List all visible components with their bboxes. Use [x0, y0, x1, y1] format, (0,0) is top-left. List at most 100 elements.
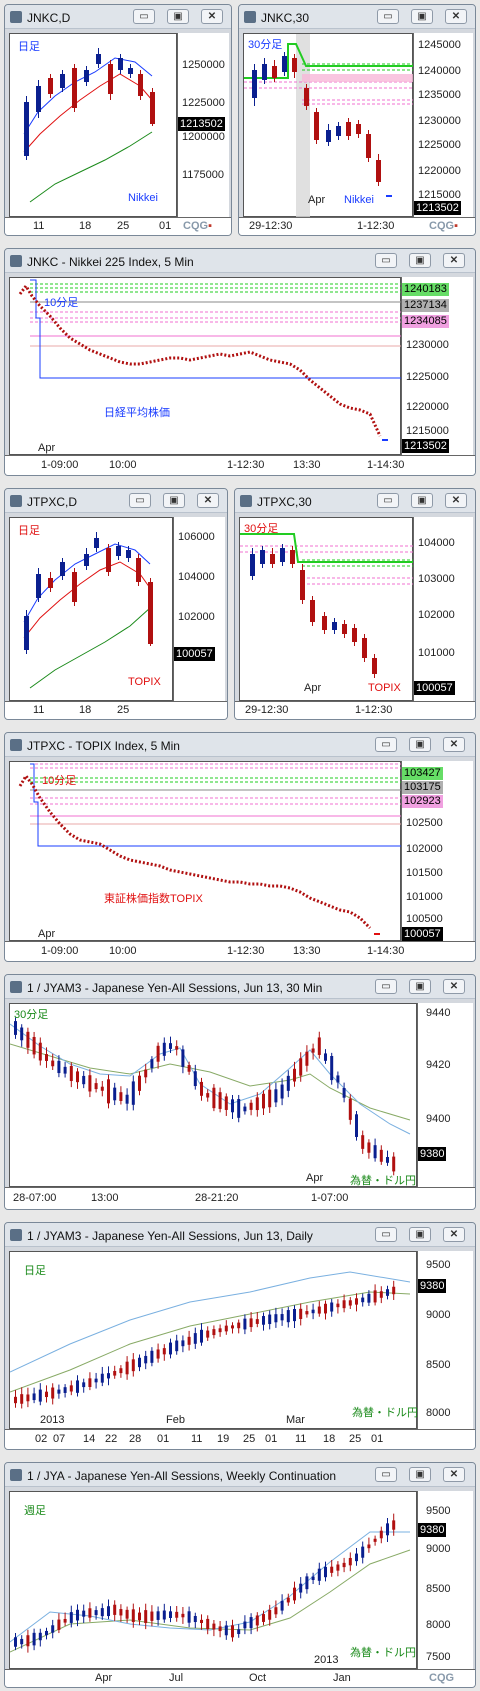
minimize-button[interactable]: ▭ — [377, 9, 399, 24]
title-bar[interactable]: JTPXC,D ▭ ▣ ✕ — [5, 489, 227, 513]
timeframe-label: 日足 — [24, 1265, 46, 1277]
chart-window-jtpxc-daily: JTPXC,D ▭ ▣ ✕ 日足 TOPIX 106000 104000 102… — [4, 488, 228, 720]
app-icon — [10, 495, 22, 507]
close-button[interactable]: ✕ — [445, 9, 467, 24]
close-button[interactable]: ✕ — [201, 9, 223, 24]
chart-plot-area[interactable]: 30分足 Apr Nikkei — [243, 33, 414, 218]
month-label: Apr — [306, 1172, 324, 1184]
title-bar[interactable]: 1 / JYA - Japanese Yen-All Sessions, Wee… — [5, 1463, 475, 1487]
price-tick: 7500 — [426, 1651, 451, 1663]
price-tick: 1175000 — [182, 169, 225, 181]
price-tick: 102000 — [418, 609, 455, 621]
time-tick: 07 — [53, 1433, 66, 1445]
price-axis: 1245000 1240000 1235000 1230000 1225000 … — [413, 33, 473, 217]
title-bar[interactable]: JNKC - Nikkei 225 Index, 5 Min ▭ ▣ ✕ — [5, 249, 475, 273]
chart-svg — [240, 533, 414, 678]
time-tick: 11 — [33, 704, 45, 716]
price-tick: 101000 — [418, 647, 455, 659]
minimize-button[interactable]: ▭ — [375, 737, 397, 752]
chart-plot-area[interactable]: 日足 2013 Feb Mar 為替・ドル円 — [9, 1251, 418, 1429]
close-button[interactable]: ✕ — [443, 1227, 465, 1242]
time-tick: 01 — [157, 1433, 170, 1445]
title-bar[interactable]: 1 / JYAM3 - Japanese Yen-All Sessions, J… — [5, 975, 475, 999]
time-tick: 01 — [265, 1433, 278, 1445]
month-label: Mar — [286, 1414, 305, 1426]
minimize-button[interactable]: ▭ — [129, 493, 151, 508]
last-price-badge: 9380 — [418, 1523, 447, 1537]
window-title: JNKC,30 — [261, 11, 310, 25]
close-button[interactable]: ✕ — [443, 1467, 465, 1482]
restore-button[interactable]: ▣ — [409, 979, 431, 994]
price-tick: 101500 — [406, 867, 443, 879]
restore-button[interactable]: ▣ — [409, 253, 431, 268]
chart-plot-area[interactable]: 日足 Nikkei — [9, 33, 177, 217]
title-bar[interactable]: JTPXC,30 ▭ ▣ ✕ — [235, 489, 475, 513]
close-button[interactable]: ✕ — [443, 737, 465, 752]
close-button[interactable]: ✕ — [443, 979, 465, 994]
chart-svg — [244, 34, 414, 218]
price-tick: 101000 — [406, 891, 443, 903]
minimize-button[interactable]: ▭ — [375, 1227, 397, 1242]
ma-fast-line — [10, 1531, 410, 1643]
close-button[interactable]: ✕ — [445, 493, 467, 508]
minimize-button[interactable]: ▭ — [377, 493, 399, 508]
title-bar[interactable]: JNKC,30 ▭ ▣ ✕ — [239, 5, 475, 29]
chart-plot-area[interactable]: 週足 2013 為替・ドル円 — [9, 1491, 417, 1669]
price-tick: 1215000 — [406, 425, 449, 437]
level-tag-green: 103427 — [402, 767, 443, 780]
minimize-button[interactable]: ▭ — [375, 979, 397, 994]
last-price-badge: 1213502 — [402, 439, 449, 453]
minimize-button[interactable]: ▭ — [133, 9, 155, 24]
chart-plot-area[interactable]: 30分足 Apr 為替・ドル円 — [9, 1003, 417, 1187]
chart-window-jyam3-30min: 1 / JYAM3 - Japanese Yen-All Sessions, J… — [4, 974, 476, 1210]
restore-button[interactable]: ▣ — [409, 737, 431, 752]
restore-button[interactable]: ▣ — [411, 9, 433, 24]
instrument-label: 為替・ドル円 — [352, 1407, 418, 1419]
chart-plot-area[interactable]: 10分足 日経平均株価 Apr — [9, 277, 402, 455]
restore-button[interactable]: ▣ — [167, 9, 189, 24]
timeframe-label: 30分足 — [248, 39, 283, 51]
app-icon — [10, 11, 22, 23]
time-tick: 11 — [295, 1433, 307, 1445]
chart-plot-area[interactable]: 日足 TOPIX — [9, 517, 173, 701]
price-axis: 104000 103000 102000 101000 100057 — [413, 517, 473, 701]
price-tick: 1225000 — [182, 97, 225, 109]
timeframe-label: 日足 — [18, 41, 40, 53]
month-label: Apr — [38, 442, 56, 454]
minimize-button[interactable]: ▭ — [375, 1467, 397, 1482]
time-tick: 29-12:30 — [249, 220, 293, 232]
time-axis: 29-12:30 1-12:30 — [235, 701, 475, 719]
time-tick: 25 — [117, 704, 130, 716]
close-button[interactable]: ✕ — [443, 253, 465, 268]
title-bar[interactable]: JNKC,D ▭ ▣ ✕ — [5, 5, 231, 29]
window-title: JNKC - Nikkei 225 Index, 5 Min — [27, 255, 194, 269]
time-tick: 1-09:00 — [41, 945, 79, 957]
title-bar[interactable]: 1 / JYAM3 - Japanese Yen-All Sessions, J… — [5, 1223, 475, 1247]
time-tick: 13:30 — [293, 945, 321, 957]
time-tick: 1-12:30 — [357, 220, 395, 232]
time-tick: 28 — [129, 1433, 142, 1445]
minimize-button[interactable]: ▭ — [375, 253, 397, 268]
candles — [14, 1513, 396, 1653]
timeframe-label: 30分足 — [244, 523, 279, 535]
title-bar[interactable]: JTPXC - TOPIX Index, 5 Min ▭ ▣ ✕ — [5, 733, 475, 757]
restore-button[interactable]: ▣ — [409, 1227, 431, 1242]
ma-mid-line — [23, 73, 153, 153]
step-line — [30, 763, 402, 847]
price-tick: 9400 — [426, 1113, 451, 1125]
restore-button[interactable]: ▣ — [163, 493, 185, 508]
price-tick: 9000 — [426, 1543, 451, 1555]
app-icon — [240, 495, 252, 507]
chart-plot-area[interactable]: 30分足 Apr TOPIX — [239, 517, 414, 701]
restore-button[interactable]: ▣ — [409, 1467, 431, 1482]
restore-button[interactable]: ▣ — [411, 493, 433, 508]
price-axis: 103427 103175 102923 102500 102000 10150… — [401, 761, 473, 941]
price-tick: 9440 — [426, 1007, 451, 1019]
close-button[interactable]: ✕ — [197, 493, 219, 508]
app-icon — [10, 739, 22, 751]
step-line — [30, 279, 402, 379]
price-tick: 102000 — [406, 843, 443, 855]
chart-plot-area[interactable]: 10分足 東証株価指数TOPIX Apr — [9, 761, 402, 941]
price-tick: 1245000 — [418, 39, 461, 51]
time-tick: 25 — [243, 1433, 256, 1445]
